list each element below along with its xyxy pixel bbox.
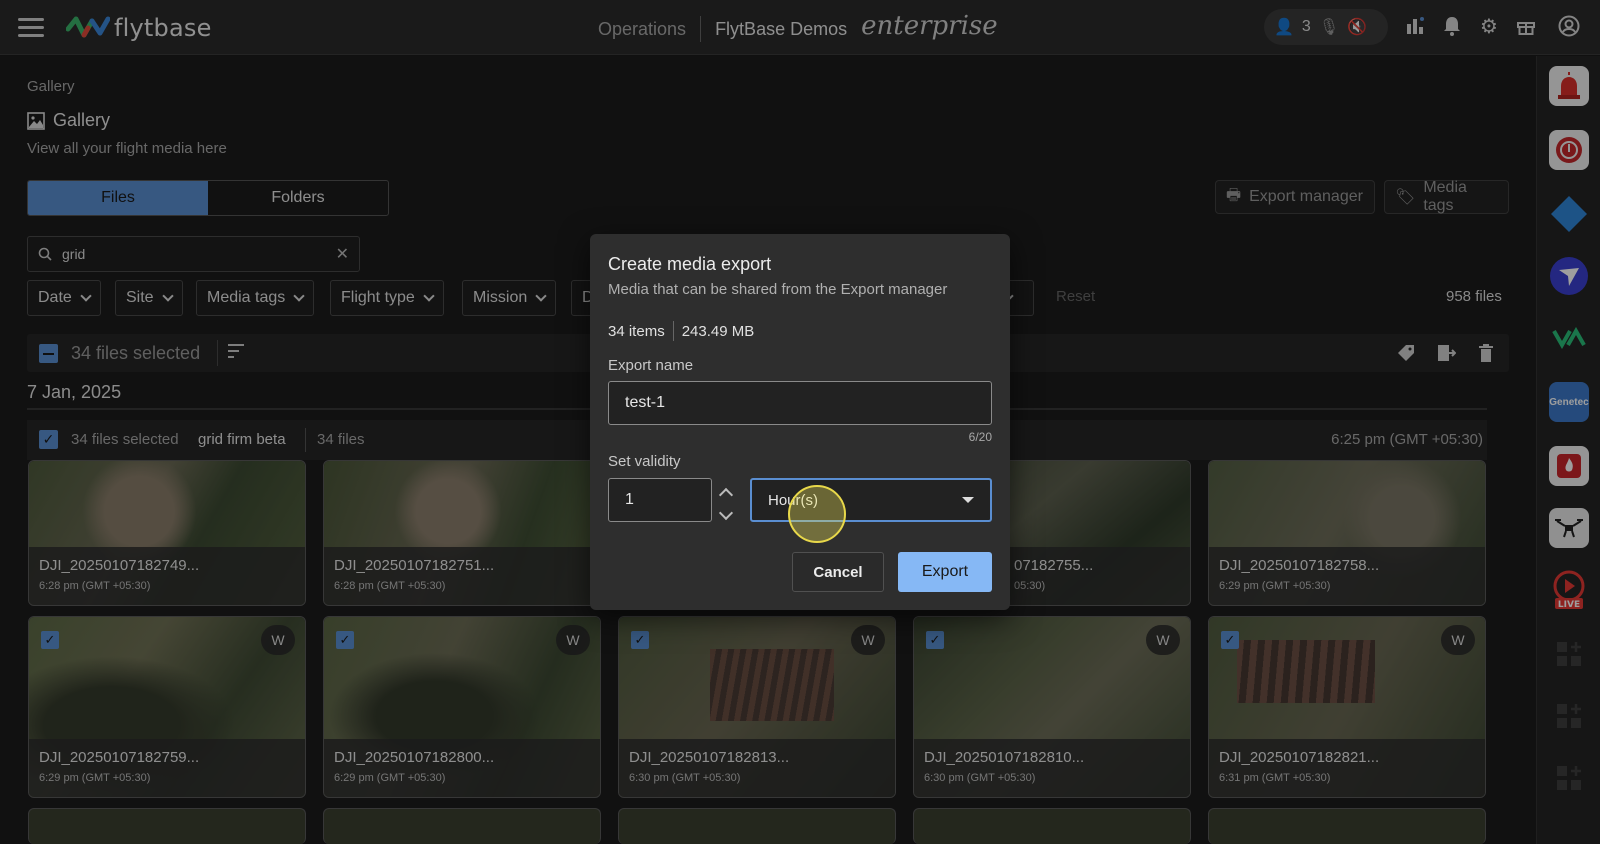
export-button[interactable]: Export — [898, 552, 992, 592]
char-counter: 6/20 — [968, 430, 992, 444]
validity-number-input[interactable]: 1 — [608, 478, 712, 522]
export-summary: 34 items 243.49 MB — [608, 321, 754, 341]
cancel-button[interactable]: Cancel — [792, 552, 884, 592]
dialog-subtitle: Media that can be shared from the Export… — [608, 281, 948, 298]
validity-label: Set validity — [608, 453, 681, 470]
export-name-input[interactable]: test-1 — [608, 381, 992, 425]
total-size: 243.49 MB — [681, 322, 755, 340]
validity-unit-select[interactable]: Hour(s) — [750, 478, 992, 522]
chevron-down-icon[interactable] — [718, 505, 734, 521]
caret-down-icon — [962, 497, 974, 503]
cursor-highlight — [788, 485, 846, 543]
validity-stepper — [718, 478, 734, 522]
item-count: 34 items — [608, 322, 665, 340]
export-name-label: Export name — [608, 357, 694, 374]
chevron-up-icon[interactable] — [718, 487, 734, 503]
dialog-title: Create media export — [608, 254, 772, 274]
create-export-dialog: Create media export Media that can be sh… — [590, 234, 1010, 610]
divider — [672, 321, 674, 341]
